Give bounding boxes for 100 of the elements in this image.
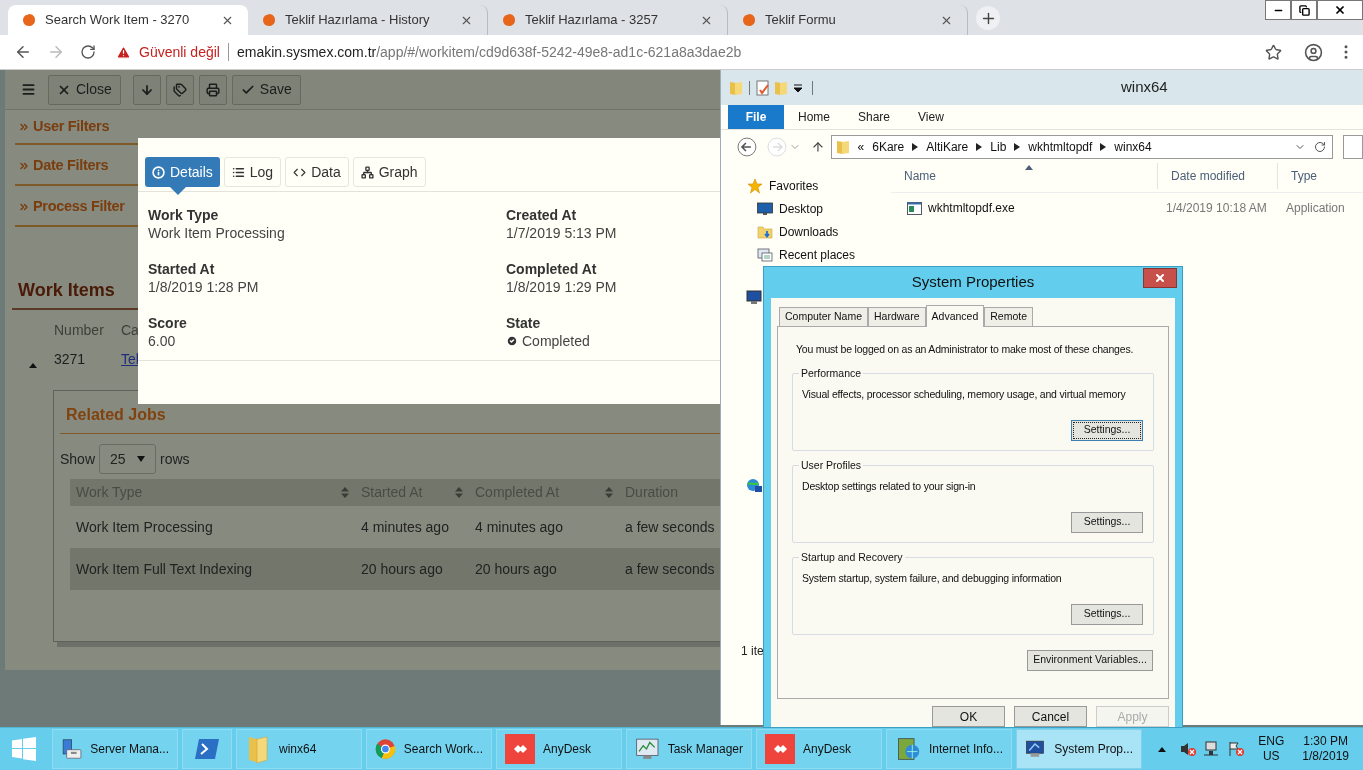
environment-variables-button[interactable]: Environment Variables... — [1027, 649, 1153, 671]
properties-icon[interactable] — [756, 79, 770, 96]
tab-favicon-icon — [262, 13, 276, 27]
field-label: State — [506, 314, 542, 332]
computer-icon[interactable] — [746, 290, 762, 306]
toolbar-button[interactable]: Save — [231, 74, 301, 105]
dialog-tab[interactable]: Hardware — [868, 307, 926, 326]
minimize-button[interactable] — [1265, 0, 1291, 20]
dialog-tab[interactable]: Advanced — [925, 305, 985, 327]
network-icon[interactable] — [1204, 741, 1221, 757]
reload-icon[interactable] — [80, 44, 96, 60]
flag-alert-icon[interactable] — [1228, 741, 1245, 757]
details-tab[interactable]: Log — [223, 157, 282, 187]
back-icon[interactable] — [14, 43, 32, 61]
collapse-caret-icon[interactable] — [29, 363, 37, 368]
nav-item[interactable]: Favorites — [747, 177, 891, 195]
settings-button[interactable]: Settings... — [1071, 603, 1143, 625]
column-header: Number — [54, 321, 105, 340]
search-field[interactable] — [1343, 134, 1363, 159]
path-overflow[interactable]: « — [857, 137, 865, 156]
dialog-button[interactable]: OK — [932, 706, 1005, 727]
field-value: 1/8/2019 1:28 PM — [148, 278, 260, 296]
tray-expand-icon[interactable] — [1158, 746, 1167, 752]
sort-ascending-icon — [1025, 165, 1033, 170]
list-icon — [231, 165, 245, 179]
breadcrumb-arrow-icon — [976, 142, 983, 151]
field-value: Work Item Processing — [148, 224, 286, 242]
taskbar-button[interactable]: AnyDesk — [496, 729, 622, 769]
taskbar-button[interactable]: Server Mana... — [52, 729, 178, 769]
address-field[interactable]: « 6Kare AltiKare Lib wkhtmltopdf winx64 — [830, 134, 1334, 159]
download-folder-icon — [757, 224, 773, 240]
toolbar-icon-button[interactable] — [165, 74, 194, 105]
dialog-tab[interactable]: Remote — [984, 307, 1034, 326]
nav-item[interactable]: Desktop — [747, 200, 891, 218]
item-link[interactable]: Tel — [121, 349, 139, 370]
ribbon-tab[interactable]: View — [904, 105, 958, 129]
dropdown-icon[interactable] — [794, 83, 802, 92]
ribbon-tab[interactable]: Share — [844, 105, 905, 129]
back-icon[interactable] — [737, 136, 757, 157]
profile-icon[interactable] — [1304, 42, 1323, 62]
toolbar-icon-button[interactable] — [132, 74, 161, 105]
close-icon — [1154, 272, 1166, 284]
file-name[interactable]: wkhtmltopdf.exe — [928, 199, 1015, 217]
settings-button[interactable]: Settings... — [1071, 511, 1143, 533]
rows-label: rows — [160, 449, 190, 469]
path-segment[interactable]: 6Kare — [872, 137, 905, 156]
dialog-tab[interactable]: Computer Name — [779, 307, 869, 326]
taskbar-button[interactable]: AnyDesk — [756, 729, 882, 769]
close-window-button[interactable] — [1317, 0, 1363, 20]
tab-title: Teklif Hazırlama - 3257 — [525, 11, 659, 30]
column-header[interactable]: Date modified — [1158, 163, 1278, 189]
taskbar-button[interactable]: winx64 — [236, 729, 362, 769]
file-menu-tab[interactable]: File — [728, 105, 784, 129]
page-size-select[interactable]: 25 — [99, 444, 157, 474]
taskbar-button[interactable]: System Prop... — [1016, 729, 1142, 769]
restore-button[interactable] — [1291, 0, 1317, 20]
close-button[interactable] — [1143, 268, 1177, 288]
network-globe-icon[interactable] — [746, 478, 762, 494]
bookmark-star-icon[interactable] — [1265, 43, 1282, 61]
speaker-muted-icon[interactable] — [1180, 741, 1197, 757]
taskbar-button[interactable]: Internet Info... — [886, 729, 1012, 769]
settings-button[interactable]: Settings... — [1071, 419, 1143, 441]
table-cell-text: Work Item Processing — [75, 517, 214, 537]
details-tab[interactable]: Data — [285, 157, 349, 187]
column-header[interactable]: Type — [1278, 163, 1330, 189]
taskbar-button[interactable] — [182, 729, 232, 769]
ribbon-tab[interactable]: Home — [784, 105, 844, 129]
browser-tab[interactable]: Search Work Item - 3270 — [8, 5, 248, 35]
url-text[interactable]: emakin.sysmex.com.tr/app/#/workitem/cd9d638f-5242-49e8-ad1c-621a8a3dae2b — [236, 41, 742, 63]
path-segment[interactable]: wkhtmltopdf — [1028, 137, 1093, 156]
language-indicator[interactable]: ENG US — [1258, 734, 1285, 764]
breadcrumb-arrow-icon — [1100, 142, 1107, 151]
file-type: Application — [1285, 200, 1345, 217]
hierarchy-icon — [360, 165, 374, 179]
path-segment[interactable]: AltiKare — [926, 137, 969, 156]
folder-icon — [835, 138, 850, 155]
filter-title: Process Filter — [33, 196, 125, 216]
toolbar-icon-button[interactable] — [198, 74, 227, 105]
window-title: winx64 — [1121, 77, 1168, 98]
details-tab[interactable]: Graph — [352, 157, 426, 187]
nav-item[interactable]: Recent places — [747, 246, 891, 264]
table-cell-text: Work Item Full Text Indexing — [75, 559, 254, 579]
refresh-icon[interactable] — [1314, 140, 1327, 153]
new-tab-button[interactable] — [976, 6, 1000, 30]
nav-item[interactable]: Downloads — [747, 223, 891, 241]
dialog-button[interactable]: Cancel — [1014, 706, 1087, 727]
security-label[interactable]: Güvenli değil — [139, 41, 220, 63]
taskbar-button[interactable]: Task Manager — [626, 729, 752, 769]
check-circle-icon — [506, 335, 518, 347]
path-segment[interactable]: Lib — [990, 137, 1007, 156]
show-label: Show — [60, 449, 96, 469]
taskbar-button[interactable]: Search Work... — [366, 729, 492, 769]
up-icon[interactable] — [810, 139, 825, 154]
dialog-title: System Properties — [911, 272, 1035, 293]
table-cell-text: a few seconds — [624, 517, 715, 537]
toolbar-button[interactable]: Close — [48, 74, 121, 105]
path-segment[interactable]: winx64 — [1114, 137, 1152, 156]
monitor-icon — [757, 202, 773, 216]
clock[interactable]: 1:30 PM 1/8/2019 — [1302, 734, 1349, 764]
column-header[interactable]: Name — [891, 163, 1158, 189]
